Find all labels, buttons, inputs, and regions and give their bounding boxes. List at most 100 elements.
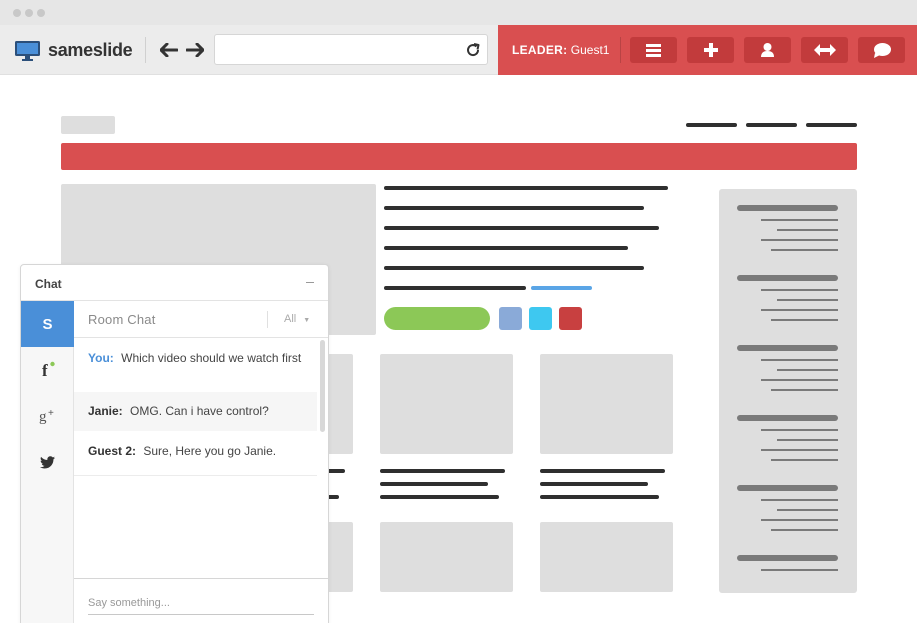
right-sidebar-placeholder [719,189,857,593]
nav-link-placeholder[interactable] [686,123,737,127]
page-logo-placeholder [61,116,115,134]
chat-button[interactable] [858,37,905,63]
google-plus-icon: g + [39,408,54,425]
sidebar-heading-placeholder [737,485,838,491]
toolbar-divider [145,37,146,63]
window-maximize-dot[interactable] [37,9,45,17]
color-swatch-blue[interactable] [499,307,522,330]
message-sender: Guest 2: [88,444,137,458]
url-bar[interactable] [214,34,488,65]
chat-message: Guest 2: Sure, Here you go Janie. [74,442,317,460]
user-button[interactable] [744,37,791,63]
user-icon [761,43,774,57]
card-text-placeholder [540,469,665,473]
text-line-placeholder [384,186,668,190]
message-text: Sure, Here you go Janie. [143,444,277,458]
sidebar-line-placeholder [761,309,838,311]
resize-horizontal-icon [813,44,836,56]
chat-filter-value: All [284,313,297,325]
chevron-down-icon: ▼ [303,317,311,324]
sidebar-line-placeholder [771,529,838,531]
card-text-placeholder [540,495,659,499]
facebook-icon: f [42,361,55,379]
card-image-placeholder [540,522,673,592]
window-minimize-dot[interactable] [25,9,33,17]
arrow-left-icon [160,43,178,57]
sidebar-line-placeholder [777,509,838,511]
sidebar-line-placeholder [761,289,838,291]
title-bar [0,0,917,25]
sidebar-heading-placeholder [737,415,838,421]
page-banner [61,143,857,170]
sidebar-line-placeholder [777,299,838,301]
sidebar-line-placeholder [761,449,838,451]
sidebar-heading-placeholder [737,205,838,211]
text-line-placeholder [384,266,644,270]
arrow-right-icon [186,43,204,57]
chat-message-list: You: Which video should we watch first J… [74,338,328,578]
menu-button[interactable] [630,37,677,63]
sidebar-line-placeholder [761,429,838,431]
plus-icon [703,43,718,57]
sameslide-network-tab[interactable]: S [21,301,74,347]
facebook-network-tab[interactable]: f [21,347,74,393]
nav-link-placeholder[interactable] [746,123,797,127]
action-button-placeholder[interactable] [384,307,490,330]
card-image-placeholder [380,522,513,592]
sidebar-line-placeholder [761,499,838,501]
reload-icon[interactable] [465,42,481,58]
add-button[interactable] [687,37,734,63]
text-line-placeholder [384,286,526,290]
chat-scrollbar-thumb[interactable] [320,340,325,432]
text-line-placeholder [384,246,628,250]
sidebar-line-placeholder [777,439,838,441]
app-window: sameslide LEADER: Guest1 Chat S f g + Ro… [0,0,917,623]
color-swatch-red[interactable] [559,307,582,330]
back-button[interactable] [158,39,180,61]
room-header-divider [267,311,268,328]
message-divider [74,475,317,476]
leader-label: LEADER: [512,43,568,57]
sidebar-line-placeholder [777,369,838,371]
twitter-icon [40,455,55,468]
room-chat-header: Room Chat All ▼ [74,301,328,338]
resize-button[interactable] [801,37,848,63]
sidebar-line-placeholder [761,569,838,571]
sidebar-line-placeholder [761,359,838,361]
card-text-placeholder [380,482,488,486]
app-logo[interactable]: sameslide [15,40,133,61]
text-line-placeholder [384,206,644,210]
sidebar-heading-placeholder [737,275,838,281]
message-sender: You: [88,351,114,365]
window-close-dot[interactable] [13,9,21,17]
card-text-placeholder [380,495,499,499]
chat-header: Chat [21,265,328,301]
sidebar-line-placeholder [761,519,838,521]
google-plus-network-tab[interactable]: g + [21,393,74,439]
chat-filter-dropdown[interactable]: All ▼ [284,313,310,325]
svg-text:g: g [39,409,47,425]
minimize-chat-button[interactable] [306,282,314,283]
leader-bar: LEADER: Guest1 [498,25,917,75]
chat-title: Chat [35,277,62,291]
sidebar-heading-placeholder [737,555,838,561]
chat-message-input[interactable] [88,591,314,615]
chat-input-area [74,578,328,623]
sidebar-heading-placeholder [737,345,838,351]
nav-link-placeholder[interactable] [806,123,857,127]
message-text: Which video should we watch first [121,351,302,365]
chat-scrollbar[interactable] [320,340,325,580]
card-image-placeholder [380,354,513,454]
message-text: OMG. Can i have control? [130,404,269,418]
sidebar-line-placeholder [771,249,838,251]
color-swatch-cyan[interactable] [529,307,552,330]
chat-message: You: Which video should we watch first [74,349,317,367]
svg-text:f: f [42,361,48,379]
forward-button[interactable] [184,39,206,61]
chat-message: Janie: OMG. Can i have control? [74,392,317,431]
link-placeholder[interactable] [531,286,592,290]
menu-icon [646,43,661,57]
twitter-network-tab[interactable] [21,439,74,485]
sidebar-line-placeholder [761,239,838,241]
sidebar-line-placeholder [777,229,838,231]
